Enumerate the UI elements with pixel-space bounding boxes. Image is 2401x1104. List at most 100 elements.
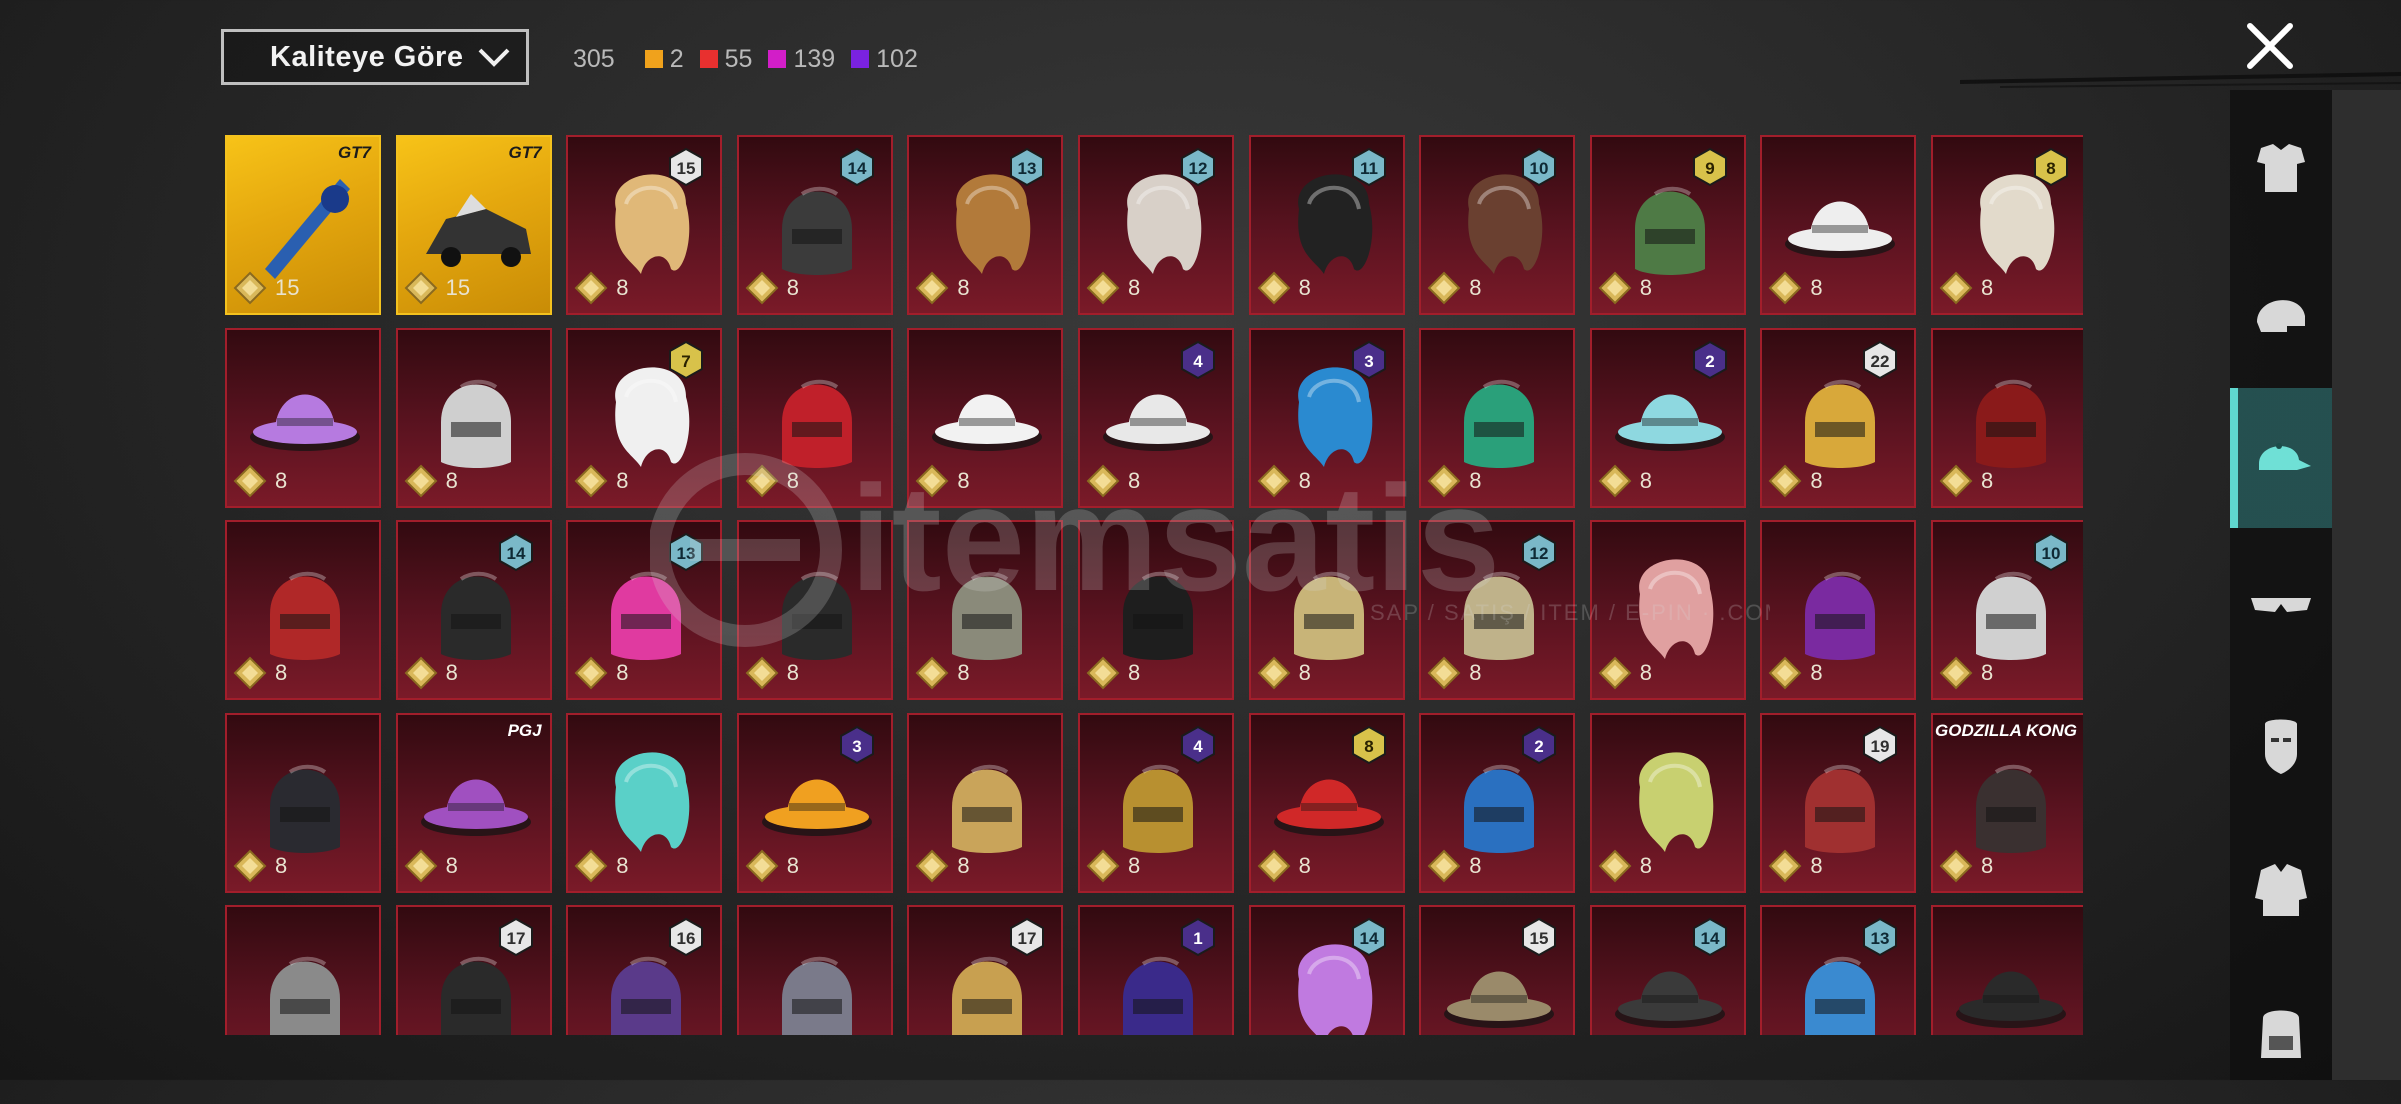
item-card[interactable] bbox=[736, 905, 893, 1035]
sidebar-item-mask[interactable] bbox=[2230, 676, 2332, 816]
item-card[interactable]: 8 bbox=[1760, 135, 1917, 315]
diamond-currency-icon bbox=[404, 849, 438, 883]
sidebar-item-helmet[interactable] bbox=[2230, 244, 2332, 384]
quality-count-purple: 102 bbox=[851, 45, 918, 74]
sidebar-item-glasses[interactable] bbox=[2230, 532, 2332, 672]
item-card[interactable]: 10 8 bbox=[1419, 135, 1576, 315]
tier-badge-value: 2 bbox=[1534, 737, 1543, 756]
item-card[interactable]: 4 8 bbox=[1078, 327, 1234, 508]
item-card[interactable]: 9 8 bbox=[1589, 135, 1746, 315]
item-card[interactable]: 8 bbox=[566, 712, 723, 893]
quality-count-orange: 2 bbox=[644, 45, 684, 74]
collab-logo: PGJ bbox=[507, 720, 542, 740]
item-card[interactable]: PGJ 8 bbox=[395, 712, 552, 893]
item-card[interactable] bbox=[225, 905, 381, 1035]
item-price-value: 8 bbox=[1810, 467, 1823, 493]
item-card[interactable]: 8 bbox=[225, 520, 381, 701]
item-card[interactable]: 10 8 bbox=[1931, 520, 2083, 701]
item-card[interactable]: 14 8 bbox=[736, 135, 893, 315]
item-card[interactable]: 17 bbox=[907, 905, 1064, 1035]
item-card[interactable]: 8 bbox=[1078, 520, 1234, 701]
item-card[interactable]: 1 bbox=[1078, 905, 1234, 1035]
item-price-value: 8 bbox=[1981, 275, 1994, 300]
item-card[interactable]: 8 bbox=[225, 327, 381, 508]
hood-icon bbox=[1123, 571, 1193, 661]
tier-badge: 3 bbox=[839, 725, 874, 764]
item-price-value: 8 bbox=[1981, 660, 1994, 686]
tier-badge: 15 bbox=[1522, 918, 1557, 957]
item-card[interactable]: 8 bbox=[1589, 712, 1746, 893]
item-card[interactable]: 4 8 bbox=[1078, 712, 1234, 893]
item-price-value: 8 bbox=[1298, 275, 1311, 300]
item-card[interactable]: 8 bbox=[907, 520, 1064, 701]
item-card[interactable]: 15 8 bbox=[566, 135, 723, 315]
item-price-value: 8 bbox=[275, 852, 288, 878]
item-card[interactable]: 13 bbox=[1760, 905, 1917, 1035]
item-card[interactable]: 19 8 bbox=[1760, 712, 1917, 893]
item-card[interactable]: 2 8 bbox=[1419, 712, 1576, 893]
diamond-currency-icon bbox=[1598, 656, 1632, 690]
item-card[interactable]: 8 bbox=[1589, 520, 1746, 701]
anubis-helmet-icon bbox=[1293, 571, 1364, 661]
diamond-currency-icon bbox=[915, 464, 949, 498]
red-swatch bbox=[699, 50, 718, 68]
item-card[interactable]: 8 bbox=[907, 327, 1064, 508]
item-card[interactable]: 3 8 bbox=[736, 712, 893, 893]
item-card[interactable]: GODZILLA KONG 8 bbox=[1931, 712, 2083, 893]
item-card[interactable]: 8 bbox=[1248, 520, 1405, 701]
sort-dropdown[interactable]: Kaliteye Göre bbox=[221, 29, 529, 85]
sidebar-item-backpack[interactable] bbox=[2230, 964, 2332, 1104]
sidebar-item-cap[interactable] bbox=[2230, 388, 2332, 528]
item-card[interactable]: 8 bbox=[736, 327, 893, 508]
item-card[interactable]: 7 8 bbox=[566, 327, 723, 508]
item-card[interactable]: 8 bbox=[1419, 327, 1576, 508]
item-card[interactable]: 8 bbox=[907, 712, 1064, 893]
quality-count-pink: 139 bbox=[768, 45, 835, 74]
item-card[interactable] bbox=[1931, 905, 2083, 1035]
tier-badge-value: 10 bbox=[2042, 544, 2061, 563]
item-card[interactable]: 14 bbox=[1589, 905, 1746, 1035]
diamond-currency-icon bbox=[233, 849, 267, 883]
item-card[interactable]: 8 bbox=[1760, 520, 1917, 701]
tier-badge-value: 12 bbox=[1189, 159, 1208, 178]
purple-helmet-icon bbox=[1805, 571, 1876, 661]
oni-mask-icon bbox=[1976, 379, 2046, 468]
item-card[interactable]: 11 8 bbox=[1248, 135, 1405, 315]
tier-badge: 19 bbox=[1863, 725, 1898, 764]
tier-badge: 10 bbox=[2034, 533, 2068, 572]
item-card[interactable]: GT7 15 bbox=[225, 135, 381, 315]
sidebar-item-jacket[interactable] bbox=[2230, 820, 2332, 960]
hair-icon bbox=[1638, 752, 1714, 852]
item-card[interactable]: 8 bbox=[225, 712, 381, 893]
item-card[interactable]: 14 8 bbox=[395, 520, 552, 701]
item-price-value: 8 bbox=[1298, 660, 1311, 686]
item-card[interactable]: 13 8 bbox=[566, 520, 723, 701]
tier-badge-value: 8 bbox=[2046, 159, 2055, 178]
item-card[interactable]: GT7 15 bbox=[395, 135, 552, 315]
weapon-skin-icon bbox=[265, 179, 350, 279]
item-card[interactable]: 12 8 bbox=[1078, 135, 1234, 315]
item-card[interactable]: 13 8 bbox=[907, 135, 1064, 315]
item-card[interactable]: 22 8 bbox=[1760, 327, 1917, 508]
tier-badge-value: 11 bbox=[1360, 159, 1378, 178]
item-price: 8 bbox=[1427, 271, 1481, 305]
item-card[interactable]: 12 8 bbox=[1419, 520, 1576, 701]
item-card[interactable]: 2 8 bbox=[1589, 327, 1746, 508]
item-price-value: 8 bbox=[1981, 852, 1994, 878]
sidebar-item-outfit[interactable] bbox=[2230, 100, 2332, 240]
item-card[interactable]: 17 bbox=[395, 905, 552, 1035]
close-icon[interactable] bbox=[2240, 16, 2300, 76]
item-card[interactable]: 8 bbox=[736, 520, 893, 701]
item-card[interactable]: 14 bbox=[1248, 905, 1405, 1035]
item-card[interactable]: 8 8 bbox=[1931, 135, 2083, 315]
item-price: 8 bbox=[404, 656, 458, 690]
item-card[interactable]: 15 bbox=[1419, 905, 1576, 1035]
item-card[interactable]: 16 bbox=[566, 905, 723, 1035]
item-card[interactable]: 8 8 bbox=[1248, 712, 1405, 893]
diamond-currency-icon bbox=[1086, 656, 1120, 690]
item-card[interactable]: 8 bbox=[1931, 327, 2083, 508]
tier-badge-value: 1 bbox=[1193, 929, 1202, 948]
item-card[interactable]: 8 bbox=[395, 327, 552, 508]
diamond-currency-icon bbox=[574, 849, 608, 883]
item-card[interactable]: 3 8 bbox=[1248, 327, 1405, 508]
